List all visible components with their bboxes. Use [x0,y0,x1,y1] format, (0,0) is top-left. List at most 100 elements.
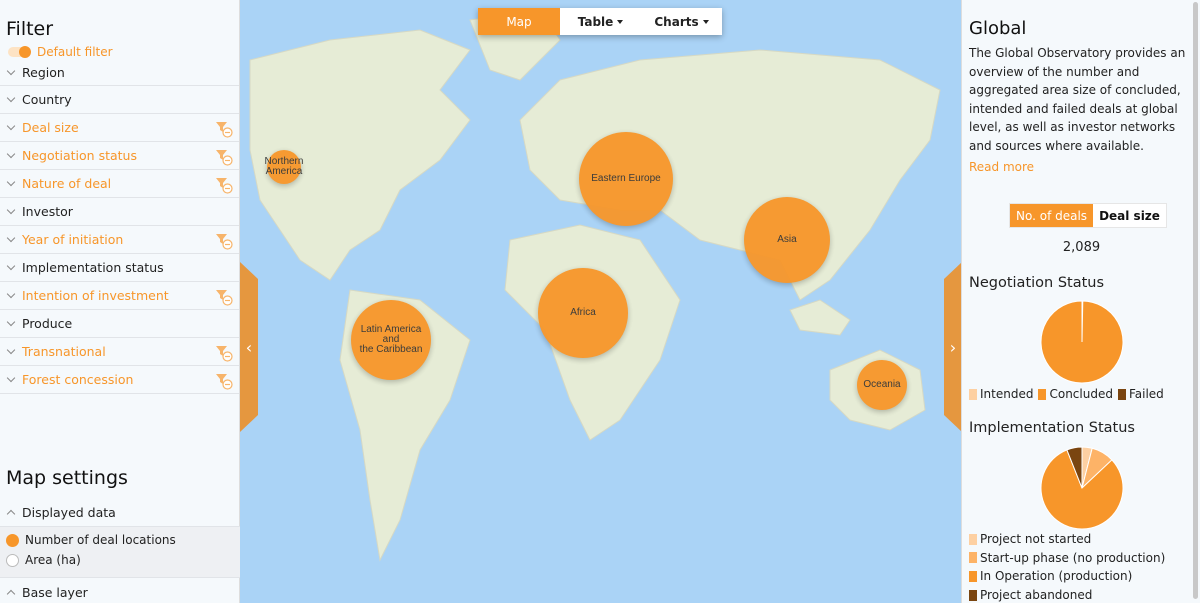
tab-map[interactable]: Map [478,8,560,35]
filter-item-produce[interactable]: Produce [0,310,239,338]
filter-item-label: Produce [22,316,73,331]
chevron-down-icon [6,177,16,187]
region-bubble-northern-america[interactable]: Northern America [265,150,304,184]
legend-swatch [969,570,977,582]
filter-item-region[interactable]: Region [0,60,239,86]
chevron-left-icon: ‹ [245,337,253,357]
toggle-switch[interactable] [8,45,31,58]
chevron-right-icon: › [949,337,957,357]
legend-label: Concluded [1049,387,1113,402]
filter-item-year-of-initiation[interactable]: Year of initiation [0,226,239,254]
filter-item-implementation-status[interactable]: Implementation status [0,254,239,282]
region-label: Oceania [863,378,901,390]
scrollbar[interactable] [1193,2,1198,599]
remove-filter-icon[interactable] [215,176,233,194]
filter-item-investor[interactable]: Investor [0,198,239,226]
legend-item: Project not started [969,530,1165,549]
negotiation-status-title: Negotiation Status [969,275,1105,291]
radio-button-selected[interactable] [6,533,19,547]
region-label-line: America [265,166,303,177]
region-label: Latin America and the Caribbean [351,324,431,355]
tab-charts[interactable]: Charts [641,8,722,35]
deal-size-button[interactable]: Deal size [1093,204,1166,227]
filter-list: Region Country Deal size Negotiation status… [0,60,239,394]
legend-item: Start-up phase (no production) [969,549,1165,568]
negotiation-status-legend: Intended Concluded Failed [969,385,1169,404]
view-tabs: Map Table Charts [478,8,722,35]
app-root: Northern America Latin America and the Cari… [0,0,1200,603]
legend-swatch [969,533,977,545]
radio-deal-locations[interactable]: Number of deal locations [0,530,240,550]
chevron-down-icon [6,345,16,355]
legend-label: Project not started [980,532,1092,547]
region-bubble-eastern-europe[interactable]: Eastern Europe [579,132,673,226]
region-bubble-asia[interactable]: Asia [743,196,831,284]
caret-down-icon [702,19,709,24]
legend-swatch [969,552,977,564]
remove-filter-icon[interactable] [215,232,233,250]
info-description: The Global Observatory provides an overv… [969,46,1186,153]
read-more-link[interactable]: Read more [962,156,1200,174]
region-label: Africa [570,306,596,318]
negotiation-status-pie [1040,300,1124,384]
filter-item-label: Forest concession [22,372,134,387]
no-of-deals-button[interactable]: No. of deals [1010,204,1094,227]
filter-item-label: Intention of investment [22,288,169,303]
remove-filter-icon[interactable] [215,344,233,362]
radio-label: Number of deal locations [25,533,176,547]
legend-item: In Operation (production) [969,567,1165,586]
chevron-down-icon [6,317,16,327]
filter-panel: Filter Default filter Region Country Deal … [0,0,240,603]
filter-item-negotiation-status[interactable]: Negotiation status [0,142,239,170]
filter-item-intention-of-investment[interactable]: Intention of investment [0,282,239,310]
toggle-knob [19,45,31,58]
collapse-left-panel-button[interactable]: ‹ [240,262,258,432]
pie-slice-concluded[interactable] [1040,300,1124,384]
filter-item-label: Implementation status [22,260,164,275]
filter-item-label: Negotiation status [22,148,137,163]
region-label-line: Africa [570,306,596,318]
region-label: Asia [777,233,797,245]
region-label-line: Asia [777,233,797,245]
base-layer-toggle[interactable]: Base layer [0,582,240,602]
region-bubble-oceania[interactable]: Oceania [857,360,907,410]
filter-item-label: Country [22,92,72,107]
region-label-line: Eastern Europe [591,173,661,184]
radio-area[interactable]: Area (ha) [0,550,240,570]
legend-label: In Operation (production) [980,569,1133,584]
deal-total: 2,089 [1062,240,1101,255]
filter-item-forest-concession[interactable]: Forest concession [0,366,239,394]
region-label-line: the Caribbean [359,343,423,355]
remove-filter-icon[interactable] [215,148,233,166]
default-filter-toggle[interactable]: Default filter [0,40,239,60]
region-bubble-africa[interactable]: Africa [538,268,628,358]
caret-down-icon [617,19,624,24]
tab-table[interactable]: Table [560,8,641,35]
chevron-down-icon [6,289,16,299]
radio-button[interactable] [6,553,19,567]
filter-item-transnational[interactable]: Transnational [0,338,239,366]
remove-filter-icon[interactable] [215,288,233,306]
legend-item: Failed [1117,385,1164,404]
collapse-right-panel-button[interactable]: › [944,262,962,432]
filter-item-deal-size[interactable]: Deal size [0,114,239,142]
legend-item: Concluded [1038,385,1113,404]
legend-label: Project abandoned [980,588,1093,603]
region-bubble-latin-america-and-the-caribbean[interactable]: Latin America and the Caribbean [351,300,431,380]
legend-label: Failed [1128,387,1164,402]
filter-item-nature-of-deal[interactable]: Nature of deal [0,170,239,198]
chevron-down-icon [6,66,16,76]
implementation-status-title: Implementation Status [969,420,1135,436]
legend-swatch [1117,388,1126,400]
filter-item-label: Transnational [22,344,106,359]
filter-title: Filter [6,18,54,40]
chevron-down-icon [6,149,16,159]
remove-filter-icon[interactable] [215,120,233,138]
region-label-line: Oceania [863,378,901,390]
region-label: Northern America [265,157,304,177]
filter-item-country[interactable]: Country [0,86,239,114]
legend-item: Intended [969,385,1033,404]
map-settings-title: Map settings [6,467,128,489]
remove-filter-icon[interactable] [215,372,233,390]
displayed-data-toggle[interactable]: Displayed data [0,502,240,522]
